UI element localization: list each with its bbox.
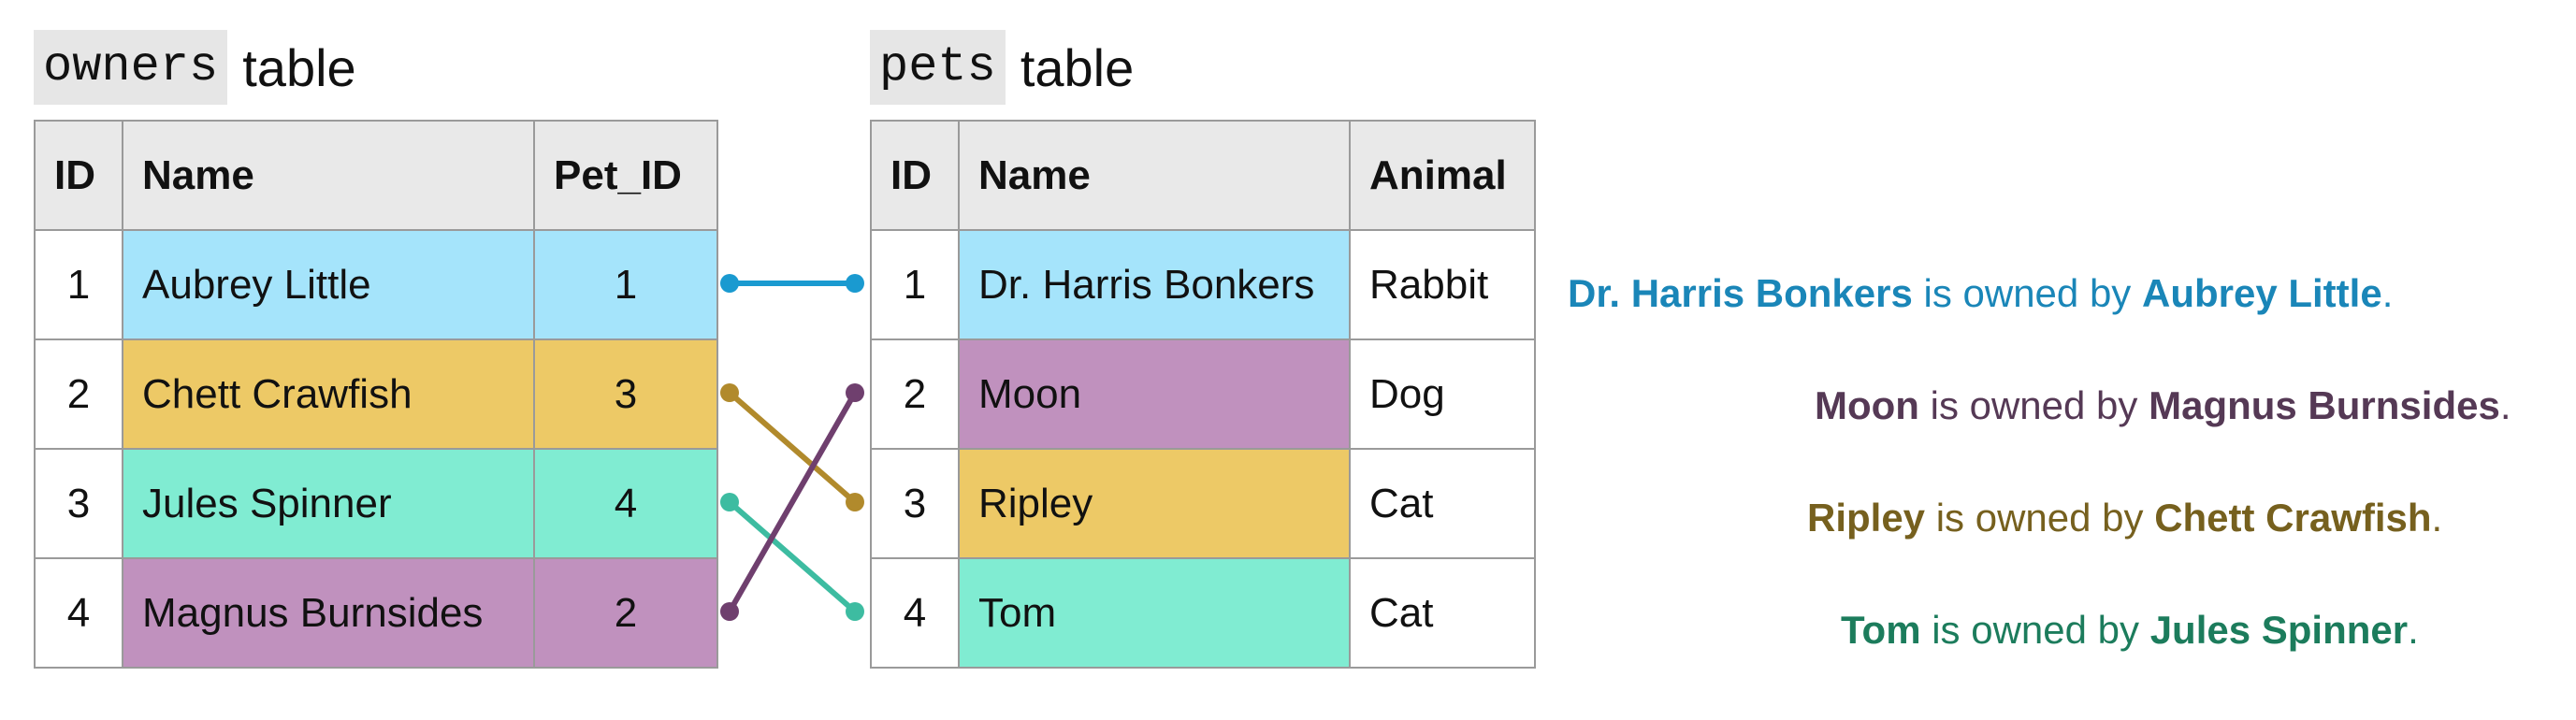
statement-period: . — [2431, 496, 2443, 540]
connector-segment — [728, 390, 857, 505]
statement-connector-text: is owned by — [1918, 383, 2149, 427]
statement-connector-text: is owned by — [1912, 271, 2142, 315]
connector-end-dot — [846, 274, 864, 293]
statement-period: . — [2381, 271, 2394, 315]
connector-start-dot — [720, 383, 739, 402]
connector-start-dot — [720, 274, 739, 293]
connector-end-dot — [846, 493, 864, 511]
ownership-statement: Moon is owned by Magnus Burnsides. — [1815, 383, 2511, 428]
statement-connector-text: is owned by — [1920, 608, 2150, 652]
statement-pet-name: Tom — [1841, 608, 1921, 652]
statement-connector-text: is owned by — [1925, 496, 2155, 540]
statement-owner-name: Aubrey Little — [2141, 271, 2382, 315]
statement-pet-name: Dr. Harris Bonkers — [1568, 271, 1913, 315]
connector-line — [720, 274, 864, 293]
connector-end-dot — [846, 602, 864, 621]
connector-line — [720, 493, 864, 621]
connector-segment — [727, 391, 858, 613]
connector-line — [720, 383, 864, 511]
ownership-statement: Ripley is owned by Chett Crawfish. — [1807, 496, 2442, 540]
ownership-statement: Dr. Harris Bonkers is owned by Aubrey Li… — [1568, 271, 2393, 316]
connector-segment — [728, 499, 857, 614]
statement-pet-name: Ripley — [1807, 496, 1926, 540]
statement-period: . — [2408, 608, 2419, 652]
connector-start-dot — [720, 602, 739, 621]
statement-owner-name: Jules Spinner — [2149, 608, 2409, 652]
statement-owner-name: Magnus Burnsides — [2149, 383, 2500, 427]
statement-pet-name: Moon — [1815, 383, 1919, 427]
connector-line — [720, 383, 864, 621]
statement-period: . — [2499, 383, 2511, 427]
ownership-statement: Tom is owned by Jules Spinner. — [1841, 608, 2419, 653]
statement-owner-name: Chett Crawfish — [2154, 496, 2432, 540]
connector-end-dot — [846, 383, 864, 402]
connector-start-dot — [720, 493, 739, 511]
